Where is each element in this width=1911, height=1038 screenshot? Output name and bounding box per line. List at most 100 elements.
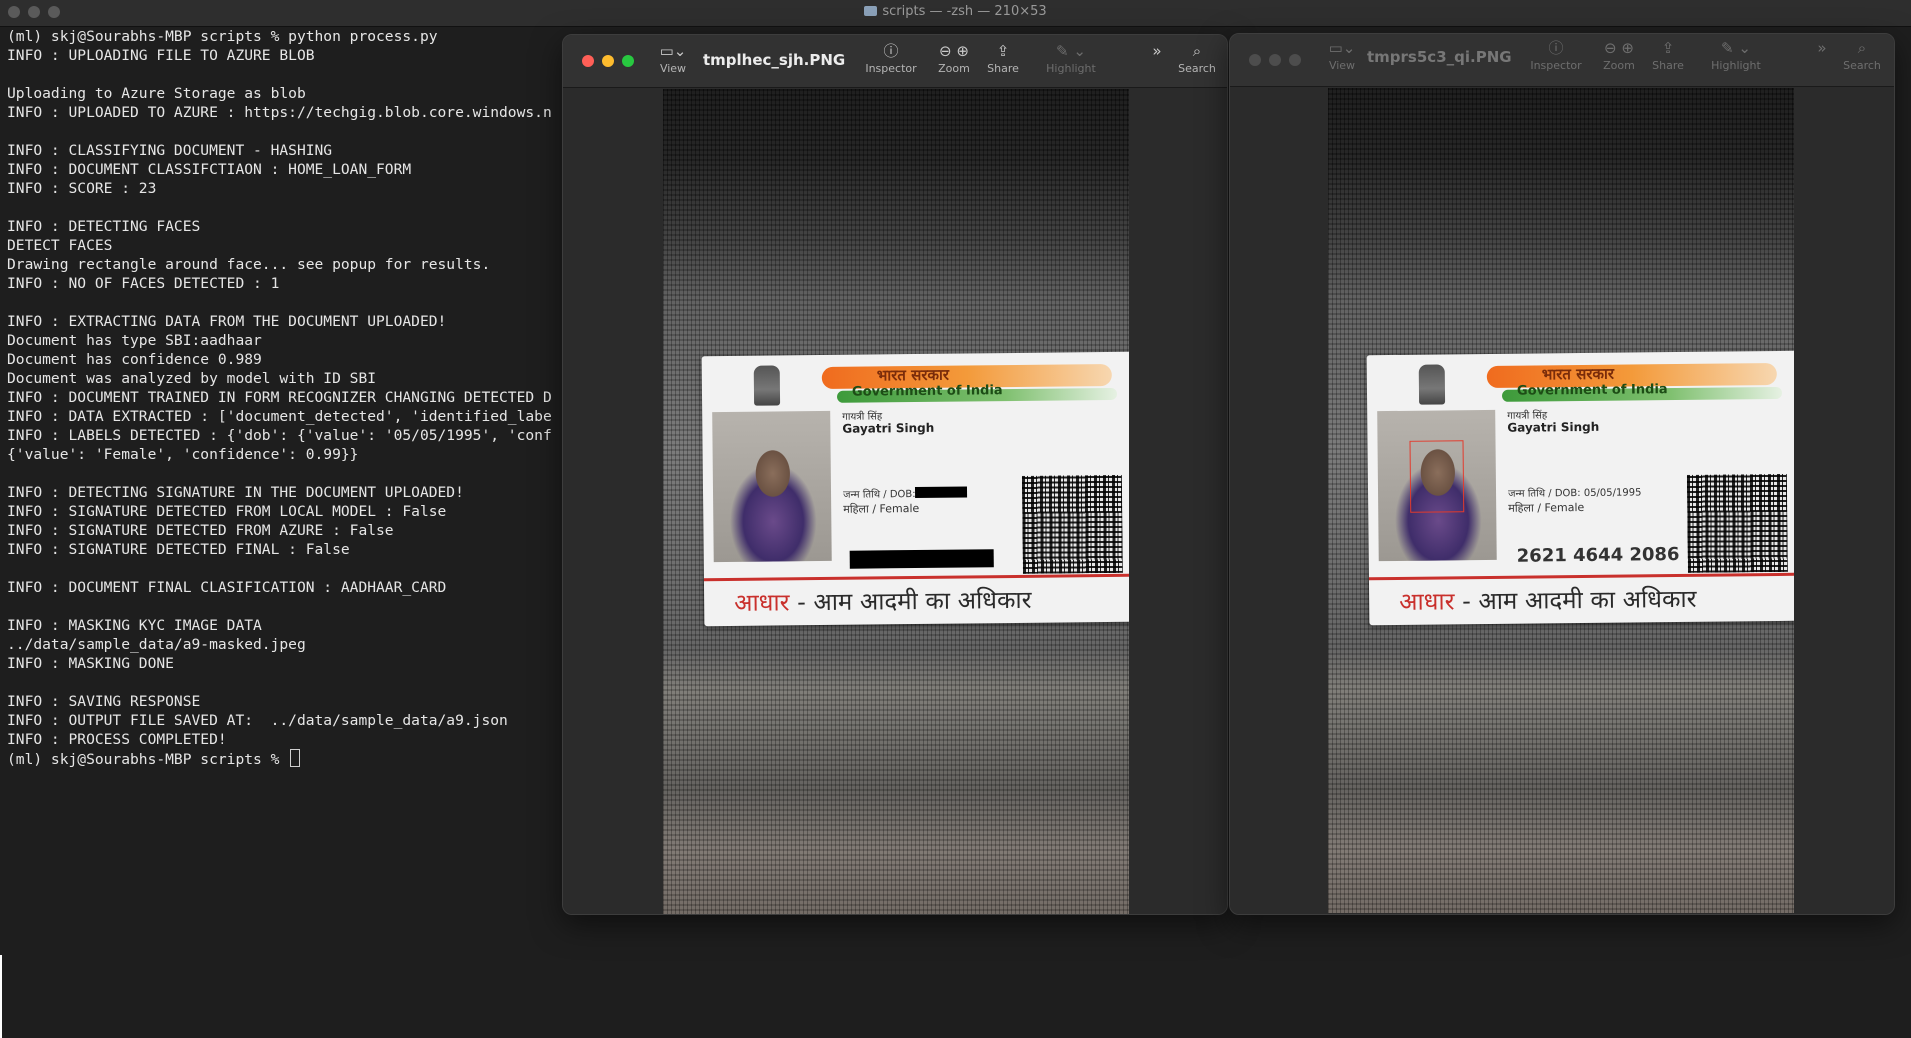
qr-code — [1018, 471, 1126, 577]
card-gender: महिला / Female — [843, 501, 920, 516]
aadhaar-card: भारत सरकार Government of India गायत्री स… — [1366, 350, 1794, 626]
sidebar-toggle-icon: ▭⌄ — [1328, 39, 1356, 57]
zoom-in-out-icon: ⊖ ⊕ — [1604, 39, 1634, 57]
uid-mask — [849, 549, 994, 569]
national-emblem-icon — [753, 365, 781, 406]
highlight-label: Highlight — [1046, 62, 1096, 75]
terminal-cursor — [290, 749, 301, 767]
terminal-line: INFO : NO OF FACES DETECTED : 1 — [7, 275, 280, 292]
highlight-label: Highlight — [1711, 59, 1761, 72]
sidebar-toggle-icon: ▭⌄ — [659, 42, 687, 60]
share-label: Share — [987, 62, 1019, 75]
tagline-aadhaar: आधार — [734, 588, 790, 617]
terminal-line: INFO : OUTPUT FILE SAVED AT: ../data/sam… — [7, 712, 508, 729]
national-emblem-icon — [1418, 364, 1446, 405]
preview-window-original[interactable]: ▭⌄ View tmplhec_sjh.PNG ⓘ Inspector ⊖ ⊕ … — [562, 34, 1228, 915]
zoom-controls[interactable]: ⊖ ⊕ Zoom — [925, 41, 983, 75]
close-button[interactable] — [1249, 54, 1261, 66]
highlight-button[interactable]: ✎ ⌄ Highlight — [1041, 41, 1101, 75]
terminal-prompt: (ml) skj@Sourabhs-MBP scripts % — [7, 751, 289, 768]
terminal-line: INFO : SCORE : 23 — [7, 180, 157, 197]
zoom-label: Zoom — [938, 62, 970, 75]
preview-toolbar: ▭⌄ View tmprs5c3_qi.PNG ⓘ Inspector ⊖ ⊕ … — [1230, 34, 1894, 87]
card-uid-number: 2621 4644 2086 — [1516, 543, 1680, 567]
terminal-line: INFO : UPLOADED TO AZURE : https://techg… — [7, 104, 552, 121]
highlight-button[interactable]: ✎ ⌄ Highlight — [1706, 38, 1766, 72]
terminal-line: (ml) skj@Sourabhs-MBP scripts % python p… — [7, 28, 438, 45]
terminal-line: INFO : SIGNATURE DETECTED FINAL : False — [7, 541, 350, 558]
card-photo — [712, 410, 832, 563]
zoom-window-button[interactable] — [1289, 54, 1301, 66]
card-government-of-india: Government of India — [851, 383, 1003, 400]
zoom-window-button[interactable] — [622, 55, 634, 67]
view-label: View — [659, 62, 687, 75]
card-tagline: आधार - आम आदमी का अधिकार — [1399, 582, 1697, 618]
minimize-button[interactable] — [1269, 54, 1281, 66]
folder-icon — [864, 6, 878, 16]
card-red-line — [703, 573, 1129, 582]
tagline-aadhaar: आधार — [1399, 587, 1455, 616]
card-dob: जन्म तिथि / DOB: 05/05/1995 — [1508, 484, 1642, 500]
share-label: Share — [1652, 59, 1684, 72]
document-photo: भारत सरकार Government of India गायत्री स… — [1328, 88, 1794, 913]
terminal-prompt-line[interactable]: (ml) skj@Sourabhs-MBP scripts % — [7, 749, 557, 768]
terminal-line: INFO : DOCUMENT FINAL CLASIFICATION : AA… — [7, 579, 447, 596]
search-button[interactable]: ⌕ Search — [1840, 38, 1884, 72]
terminal-output: (ml) skj@Sourabhs-MBP scripts % python p… — [7, 27, 557, 768]
card-name: Gayatri Singh — [1507, 419, 1600, 435]
card-dob-label: जन्म तिथि / DOB: — [843, 489, 916, 501]
terminal-line: INFO : SAVING RESPONSE — [7, 693, 201, 710]
preview-canvas[interactable]: भारत सरकार Government of India गायत्री स… — [563, 88, 1227, 914]
more-button[interactable]: » — [1147, 41, 1167, 61]
card-name: Gayatri Singh — [842, 420, 935, 436]
terminal-line: ../data/sample_data/a9-masked.jpeg — [7, 636, 306, 653]
search-label: Search — [1843, 59, 1881, 72]
share-button[interactable]: ⇪ Share — [983, 41, 1023, 75]
card-hindi-government: भारत सरकार — [1541, 364, 1615, 384]
close-button[interactable] — [582, 55, 594, 67]
minimize-button[interactable] — [602, 55, 614, 67]
more-button[interactable]: » — [1812, 38, 1832, 58]
terminal-title: scripts — -zsh — 210×53 — [0, 4, 1911, 19]
card-dob-label: जन्म तिथि / DOB: — [1508, 488, 1581, 500]
zoom-controls[interactable]: ⊖ ⊕ Zoom — [1590, 38, 1648, 72]
terminal-line: INFO : SIGNATURE DETECTED FROM AZURE : F… — [7, 522, 394, 539]
preview-window-detected[interactable]: ▭⌄ View tmprs5c3_qi.PNG ⓘ Inspector ⊖ ⊕ … — [1229, 33, 1895, 915]
pen-icon: ✎ ⌄ — [1721, 39, 1751, 57]
share-button[interactable]: ⇪ Share — [1648, 38, 1688, 72]
search-icon: ⌕ — [1857, 39, 1867, 57]
search-icon: ⌕ — [1192, 42, 1202, 60]
preview-traffic-lights — [582, 55, 634, 67]
inspector-button[interactable]: ⓘ Inspector — [863, 41, 919, 75]
terminal-title-text: scripts — -zsh — 210×53 — [882, 4, 1047, 19]
terminal-line: Document was analyzed by model with ID S… — [7, 370, 377, 387]
preview-canvas[interactable]: भारत सरकार Government of India गायत्री स… — [1230, 87, 1894, 914]
search-button[interactable]: ⌕ Search — [1175, 41, 1219, 75]
terminal-line: {'value': 'Female', 'confidence': 0.99}} — [7, 446, 359, 463]
card-dob-value: 05/05/1995 — [1583, 487, 1642, 499]
share-icon: ⇪ — [1661, 39, 1675, 57]
dob-mask — [914, 486, 968, 499]
inspector-button[interactable]: ⓘ Inspector — [1528, 38, 1584, 72]
view-button[interactable]: ▭⌄ View — [1322, 38, 1362, 72]
tagline-rest: - आम आदमी का अधिकार — [1454, 584, 1697, 616]
inspector-label: Inspector — [1530, 59, 1582, 72]
terminal-line: INFO : DETECTING SIGNATURE IN THE DOCUME… — [7, 484, 464, 501]
view-button[interactable]: ▭⌄ View — [653, 41, 693, 75]
terminal-titlebar[interactable]: scripts — -zsh — 210×53 — [0, 0, 1911, 27]
terminal-line: INFO : DATA EXTRACTED : ['document_detec… — [7, 408, 552, 425]
terminal-line: INFO : UPLOADING FILE TO AZURE BLOB — [7, 47, 315, 64]
terminal-line: Uploading to Azure Storage as blob — [7, 85, 306, 102]
terminal-line: INFO : EXTRACTING DATA FROM THE DOCUMENT… — [7, 313, 447, 330]
card-government-of-india: Government of India — [1516, 382, 1668, 399]
aadhaar-card: भारत सरकार Government of India गायत्री स… — [701, 351, 1129, 627]
chevron-double-right-icon: » — [1817, 39, 1827, 57]
desktop: scripts — -zsh — 210×53 (ml) skj@Sourabh… — [0, 0, 1911, 1038]
terminal-line: INFO : DOCUMENT TRAINED IN FORM RECOGNIZ… — [7, 389, 552, 406]
